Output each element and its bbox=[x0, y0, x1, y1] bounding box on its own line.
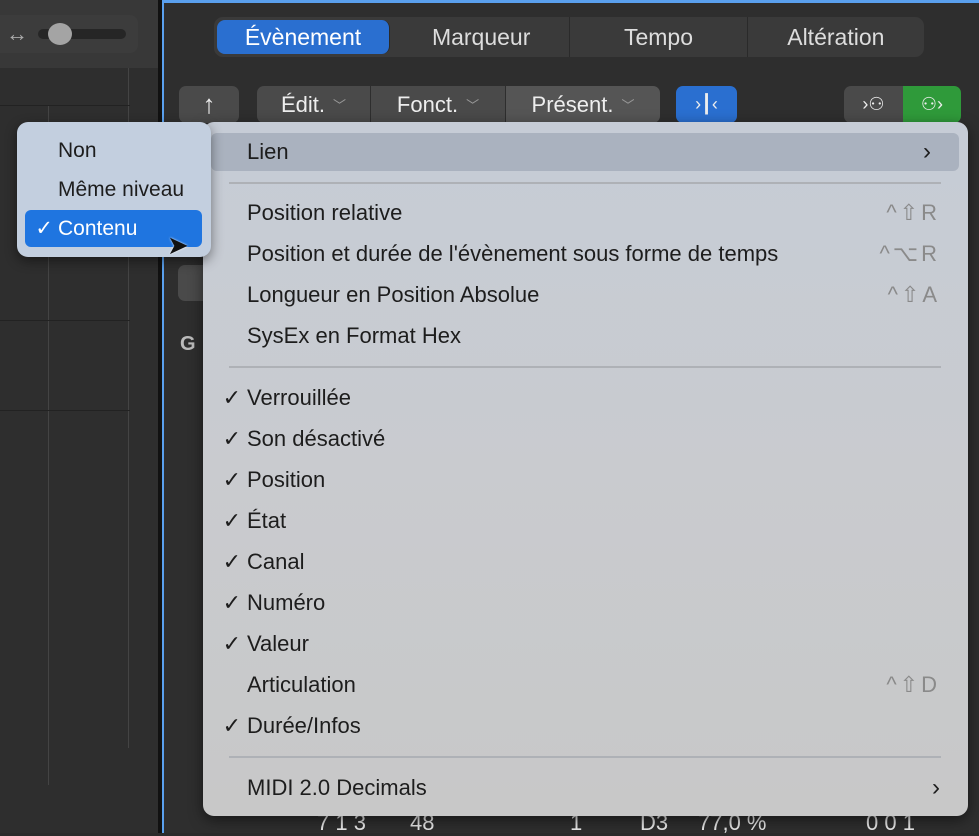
menu-item-label: Longueur en Position Absolue bbox=[247, 282, 540, 307]
view-menu-button[interactable]: Présent. ﹀ bbox=[506, 86, 660, 123]
menu-item-label: Numéro bbox=[247, 590, 326, 615]
checkmark-icon: ✓ bbox=[35, 217, 53, 240]
arrow-up-hook-icon: ↑ bbox=[202, 89, 216, 119]
view-menu: Lien › Position relative ^⇧R Position et du… bbox=[203, 122, 968, 816]
menu-item-label: Même niveau bbox=[58, 177, 185, 201]
menu-item[interactable]: ✓ Verrouillée bbox=[203, 379, 968, 417]
chevron-down-icon: ﹀ bbox=[621, 98, 635, 113]
grid-line bbox=[0, 410, 130, 411]
chevron-right-icon: › bbox=[923, 138, 931, 165]
menu-item-label: Verrouillée bbox=[247, 385, 351, 410]
menu-item[interactable]: ✓ Position bbox=[203, 461, 968, 499]
grid-line bbox=[0, 105, 130, 106]
grid-line bbox=[0, 320, 130, 321]
mouse-cursor-icon: ➤ bbox=[167, 230, 189, 260]
menu-item-label: État bbox=[247, 508, 287, 533]
menu-item-label: Canal bbox=[247, 549, 305, 574]
checkmark-icon: ✓ bbox=[222, 549, 241, 574]
list-tabs: Évènement Marqueur Tempo Altération bbox=[214, 17, 924, 57]
horizontal-arrows-icon: ↔ bbox=[6, 21, 28, 46]
menu-item-label: SysEx en Format Hex bbox=[247, 323, 461, 348]
shortcut: ^⇧A bbox=[887, 282, 940, 307]
menu-item[interactable]: Position relative ^⇧R bbox=[203, 194, 968, 232]
menu-item-label: Contenu bbox=[58, 216, 138, 240]
menu-item-label: Position bbox=[247, 467, 326, 492]
chevron-right-icon: › bbox=[932, 774, 940, 801]
edit-menu-button[interactable]: Édit. ﹀ bbox=[257, 86, 370, 123]
functions-menu-button[interactable]: Fonct. ﹀ bbox=[371, 86, 505, 123]
chevron-down-icon: ﹀ bbox=[466, 98, 480, 113]
menu-item-label: Son désactivé bbox=[247, 426, 386, 451]
menu-item-label: Durée/Infos bbox=[247, 713, 361, 738]
shortcut: ^⌥R bbox=[879, 241, 940, 266]
checkmark-icon: ✓ bbox=[222, 631, 241, 656]
shortcut: ^⇧R bbox=[886, 200, 940, 225]
menu-item[interactable]: Articulation ^⇧D bbox=[203, 666, 968, 704]
menu-item[interactable]: SysEx en Format Hex bbox=[203, 317, 968, 355]
tab-tempo[interactable]: Tempo bbox=[570, 17, 748, 57]
column-header-g: G bbox=[180, 333, 196, 355]
menu-item-link[interactable]: Lien › bbox=[211, 133, 959, 171]
midi-out-button[interactable]: ⚇› bbox=[903, 86, 961, 123]
menu-item-midi2-decimals[interactable]: MIDI 2.0 Decimals › bbox=[203, 769, 968, 807]
menu-item-label: Lien bbox=[247, 139, 289, 164]
menu-separator bbox=[229, 182, 941, 184]
functions-label: Fonct. bbox=[396, 91, 459, 117]
menu-item[interactable]: ✓ Numéro bbox=[203, 584, 968, 622]
midi-in-button[interactable]: ›⚇ bbox=[844, 86, 903, 123]
tab-event[interactable]: Évènement bbox=[217, 20, 390, 54]
up-level-button[interactable]: ↑ bbox=[179, 86, 239, 123]
menu-item[interactable]: ✓ État bbox=[203, 502, 968, 540]
menu-item-label: Valeur bbox=[247, 631, 309, 656]
link-submenu: Non Même niveau ✓ Contenu ➤ bbox=[17, 122, 211, 260]
menu-item[interactable]: ✓ Valeur bbox=[203, 625, 968, 663]
menu-item[interactable]: Longueur en Position Absolue ^⇧A bbox=[203, 276, 968, 314]
checkmark-icon: ✓ bbox=[222, 590, 241, 615]
menu-separator bbox=[229, 366, 941, 368]
tab-marker[interactable]: Marqueur bbox=[393, 17, 571, 57]
zoom-slider-knob[interactable] bbox=[48, 23, 72, 45]
checkmark-icon: ✓ bbox=[222, 713, 241, 738]
menu-separator bbox=[229, 756, 941, 758]
menu-item-label: Position et durée de l'évènement sous fo… bbox=[247, 241, 779, 266]
shortcut: ^⇧D bbox=[886, 672, 940, 697]
checkmark-icon: ✓ bbox=[222, 426, 241, 451]
checkmark-icon: ✓ bbox=[222, 467, 241, 492]
submenu-item[interactable]: Non bbox=[25, 132, 202, 169]
menu-item[interactable]: Position et durée de l'évènement sous fo… bbox=[203, 235, 968, 273]
edit-label: Édit. bbox=[280, 91, 325, 117]
tab-signature[interactable]: Altération bbox=[748, 17, 924, 57]
checkmark-icon: ✓ bbox=[222, 385, 241, 410]
menu-item[interactable]: ✓ Son désactivé bbox=[203, 420, 968, 458]
catch-playhead-icon: ›┃‹ bbox=[695, 94, 718, 114]
midi-out-icon: ⚇› bbox=[920, 94, 944, 114]
midi-in-icon: ›⚇ bbox=[862, 94, 885, 114]
checkmark-icon: ✓ bbox=[222, 508, 241, 533]
menu-item[interactable]: ✓ Durée/Infos bbox=[203, 707, 968, 745]
submenu-item[interactable]: Même niveau bbox=[25, 171, 202, 208]
menu-item-label: Position relative bbox=[247, 200, 403, 225]
chevron-down-icon: ﹀ bbox=[333, 98, 347, 113]
menu-item[interactable]: ✓ Canal bbox=[203, 543, 968, 581]
menu-item-label: Non bbox=[58, 138, 97, 162]
view-label: Présent. bbox=[531, 91, 614, 117]
menu-item-label: Articulation bbox=[247, 672, 356, 697]
catch-button[interactable]: ›┃‹ bbox=[676, 86, 737, 123]
menu-item-label: MIDI 2.0 Decimals bbox=[247, 775, 427, 800]
